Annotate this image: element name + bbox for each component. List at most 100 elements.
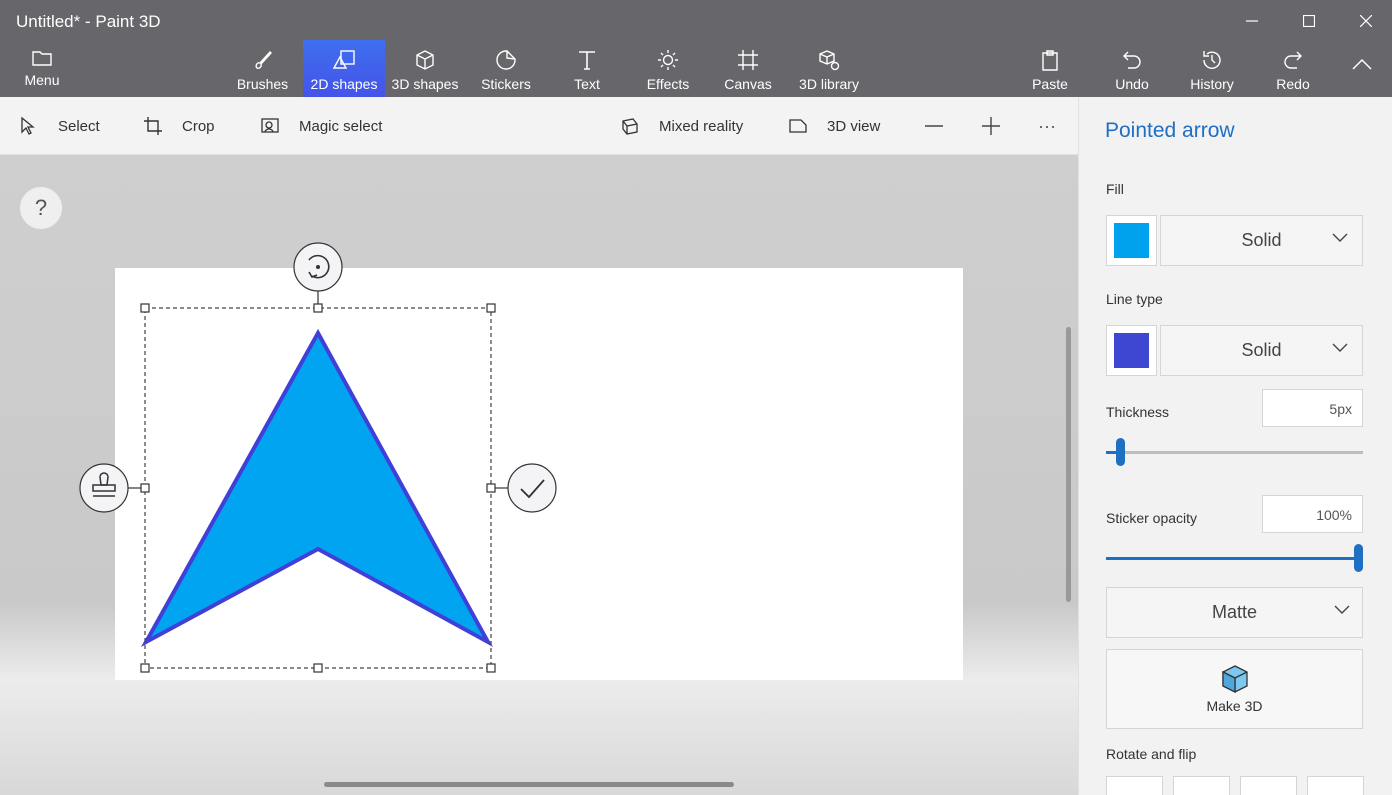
mixed-reality-button[interactable]: Mixed reality bbox=[620, 97, 743, 155]
sticker-opacity-input[interactable]: 100% bbox=[1262, 495, 1363, 533]
commit-button[interactable] bbox=[507, 463, 557, 513]
redo-button[interactable]: Redo bbox=[1261, 40, 1325, 97]
tab-effects[interactable]: Effects bbox=[628, 40, 708, 97]
line-type-value: Solid bbox=[1241, 340, 1282, 360]
crop-tool[interactable]: Crop bbox=[143, 97, 215, 155]
magic-select-icon bbox=[261, 118, 279, 133]
tab-label: Brushes bbox=[236, 76, 289, 92]
resize-handle-bottom[interactable] bbox=[313, 663, 323, 673]
folder-icon bbox=[32, 51, 52, 66]
rotate-left-button[interactable] bbox=[1106, 776, 1163, 795]
more-options-button[interactable]: ··· bbox=[1038, 97, 1056, 155]
tab-canvas[interactable]: Canvas bbox=[708, 40, 788, 97]
tab-3d-library[interactable]: 3D library bbox=[789, 40, 869, 97]
tab-brushes[interactable]: Brushes bbox=[222, 40, 303, 97]
redo-label: Redo bbox=[1276, 76, 1310, 92]
3d-view-label: 3D view bbox=[827, 117, 881, 135]
flip-horizontal-button[interactable] bbox=[1307, 776, 1364, 795]
minimize-icon bbox=[1246, 20, 1258, 22]
shape-layer bbox=[79, 242, 557, 673]
resize-handle-top[interactable] bbox=[313, 303, 323, 313]
resize-handle-left[interactable] bbox=[140, 483, 150, 493]
workspace[interactable]: ? bbox=[0, 155, 1078, 795]
tab-label: 3D shapes bbox=[391, 76, 459, 92]
sticker-opacity-slider-thumb[interactable] bbox=[1354, 544, 1363, 572]
sticker-opacity-slider[interactable] bbox=[1106, 544, 1363, 572]
rotate-handle[interactable] bbox=[293, 242, 343, 292]
chevron-down-icon bbox=[1332, 343, 1348, 352]
resize-handle-bottom-right[interactable] bbox=[486, 663, 496, 673]
tab-label: Canvas bbox=[724, 76, 772, 92]
rotate-flip-label: Rotate and flip bbox=[1106, 746, 1197, 762]
sticker-icon bbox=[496, 50, 516, 70]
stamp-button[interactable] bbox=[79, 463, 129, 513]
close-button[interactable] bbox=[1352, 8, 1380, 34]
tab-label: 3D library bbox=[799, 76, 859, 92]
panel-title: Pointed arrow bbox=[1105, 119, 1235, 142]
tab-label: Stickers bbox=[481, 76, 531, 92]
flip-vertical-button[interactable] bbox=[1240, 776, 1297, 795]
minimize-button[interactable] bbox=[1238, 8, 1266, 34]
mixed-reality-label: Mixed reality bbox=[659, 117, 744, 135]
maximize-button[interactable] bbox=[1295, 8, 1323, 34]
magic-select-tool[interactable]: Magic select bbox=[260, 97, 382, 155]
paste-button[interactable]: Paste bbox=[1018, 40, 1082, 97]
resize-handle-bottom-left[interactable] bbox=[140, 663, 150, 673]
text-icon bbox=[579, 51, 595, 70]
crop-label: Crop bbox=[182, 117, 215, 135]
clipboard-icon bbox=[1042, 50, 1058, 71]
horizontal-scrollbar[interactable] bbox=[324, 782, 734, 787]
zoom-in-button[interactable] bbox=[981, 97, 1001, 155]
plus-icon bbox=[982, 117, 1000, 135]
collapse-ribbon-button[interactable] bbox=[1340, 40, 1384, 97]
3d-library-icon bbox=[819, 50, 840, 71]
history-button[interactable]: History bbox=[1180, 40, 1244, 97]
more-icon: ··· bbox=[1038, 115, 1056, 136]
rotate-right-button[interactable] bbox=[1173, 776, 1230, 795]
thickness-slider[interactable] bbox=[1106, 438, 1363, 466]
window-title: Untitled* - Paint 3D bbox=[16, 12, 161, 31]
2d-shapes-icon bbox=[332, 50, 355, 69]
sticker-opacity-slider-fill bbox=[1106, 557, 1358, 560]
mixed-reality-icon bbox=[622, 118, 638, 135]
brush-icon bbox=[255, 50, 272, 69]
sun-icon bbox=[658, 50, 678, 70]
3d-view-button[interactable]: 3D view bbox=[788, 97, 880, 155]
resize-handle-top-left[interactable] bbox=[140, 303, 150, 313]
menu-label: Menu bbox=[24, 72, 60, 88]
close-icon bbox=[1360, 15, 1372, 27]
pointed-arrow-shape[interactable] bbox=[140, 328, 494, 648]
paste-label: Paste bbox=[1032, 76, 1068, 92]
minus-icon bbox=[925, 125, 943, 127]
tab-3d-shapes[interactable]: 3D shapes bbox=[385, 40, 465, 97]
thickness-input[interactable]: 5px bbox=[1262, 389, 1363, 427]
chevron-down-icon bbox=[1332, 233, 1348, 242]
resize-handle-top-right[interactable] bbox=[486, 303, 496, 313]
undo-button[interactable]: Undo bbox=[1100, 40, 1164, 97]
fill-type-dropdown[interactable]: Solid bbox=[1160, 215, 1363, 266]
tab-2d-shapes[interactable]: 2D shapes bbox=[303, 40, 385, 97]
cube-icon bbox=[1221, 665, 1248, 694]
finish-dropdown[interactable]: Matte bbox=[1106, 587, 1363, 638]
resize-handle-right[interactable] bbox=[486, 483, 496, 493]
tab-label: Text bbox=[574, 76, 600, 92]
fill-color-picker[interactable] bbox=[1106, 215, 1157, 266]
tab-stickers[interactable]: Stickers bbox=[466, 40, 546, 97]
zoom-out-button[interactable] bbox=[924, 97, 944, 155]
fill-color-swatch bbox=[1114, 223, 1149, 258]
make-3d-button[interactable]: Make 3D bbox=[1106, 649, 1363, 729]
select-tool[interactable]: Select bbox=[20, 97, 100, 155]
tab-text[interactable]: Text bbox=[547, 40, 627, 97]
vertical-scrollbar[interactable] bbox=[1066, 327, 1071, 602]
canvas-icon bbox=[738, 50, 758, 70]
menu-button[interactable]: Menu bbox=[10, 40, 74, 97]
history-icon bbox=[1203, 51, 1221, 69]
make-3d-label: Make 3D bbox=[1206, 698, 1263, 714]
chevron-up-icon bbox=[1352, 58, 1372, 70]
magic-select-label: Magic select bbox=[299, 117, 383, 135]
thickness-slider-thumb[interactable] bbox=[1116, 438, 1125, 466]
chevron-down-icon bbox=[1334, 605, 1350, 614]
line-color-picker[interactable] bbox=[1106, 325, 1157, 376]
line-type-dropdown[interactable]: Solid bbox=[1160, 325, 1363, 376]
fill-label: Fill bbox=[1106, 181, 1124, 197]
